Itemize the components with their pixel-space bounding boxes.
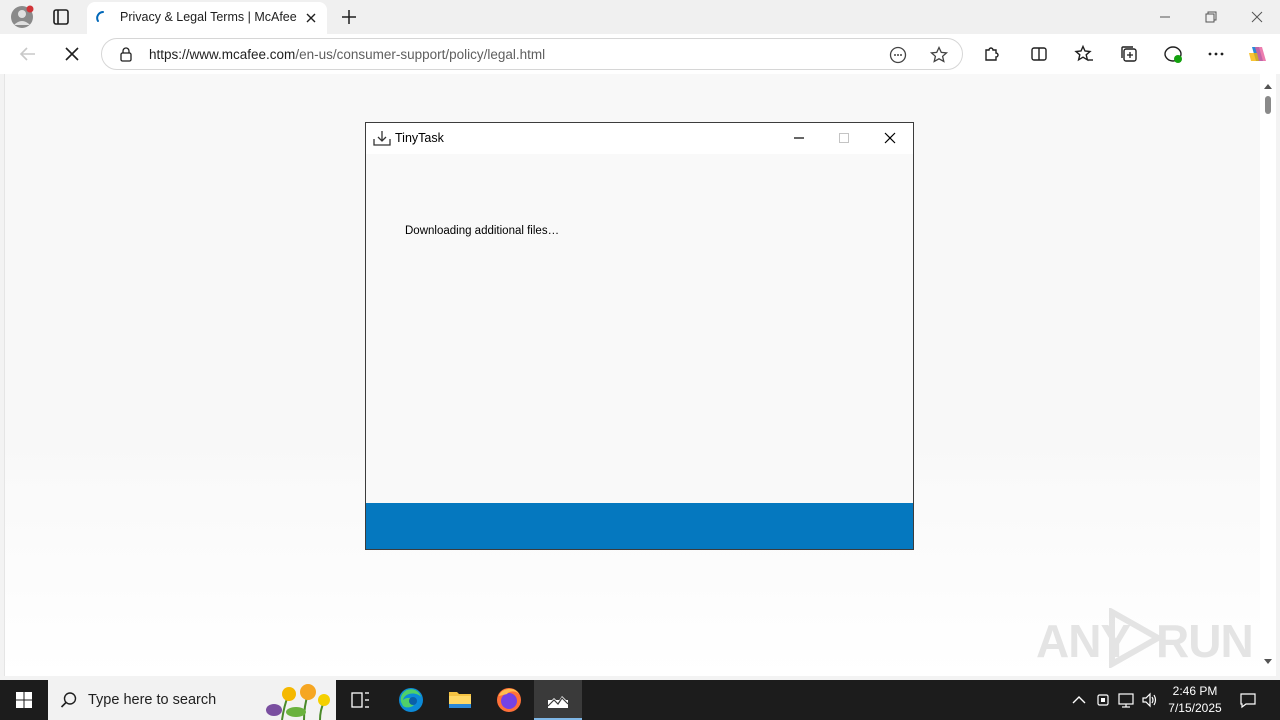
search-icon bbox=[60, 692, 77, 708]
anyrun-watermark: ANY RUN bbox=[1036, 606, 1254, 670]
profile-avatar-icon[interactable] bbox=[10, 5, 34, 29]
dialog-minimize-icon[interactable] bbox=[786, 127, 812, 149]
favorite-star-icon[interactable] bbox=[929, 45, 949, 65]
network-icon[interactable] bbox=[1117, 691, 1135, 709]
read-aloud-icon[interactable] bbox=[888, 45, 908, 65]
collections-icon[interactable] bbox=[1118, 43, 1140, 65]
windows-start-icon[interactable] bbox=[0, 680, 48, 720]
browser-toolbar: https://www.mcafee.com/en-us/consumer-su… bbox=[0, 34, 1280, 74]
scroll-up-arrow-icon[interactable] bbox=[1263, 82, 1273, 90]
url-path: /en-us/consumer-support/policy/legal.htm… bbox=[295, 47, 546, 62]
volume-icon[interactable] bbox=[1141, 691, 1159, 709]
new-tab-icon[interactable] bbox=[338, 6, 360, 28]
device-icon[interactable] bbox=[1094, 691, 1112, 709]
firefox-icon[interactable] bbox=[485, 680, 533, 720]
address-bar[interactable]: https://www.mcafee.com/en-us/consumer-su… bbox=[101, 38, 963, 70]
clock-time: 2:46 PM bbox=[1172, 684, 1218, 698]
loading-spinner-icon bbox=[96, 11, 104, 22]
lock-icon[interactable] bbox=[118, 46, 134, 62]
notifications-icon[interactable] bbox=[1238, 690, 1258, 710]
file-explorer-icon[interactable] bbox=[436, 680, 484, 720]
tinytask-window: TinyTask Downloading additional files… bbox=[365, 122, 914, 550]
system-clock[interactable]: 2:46 PM 7/15/2025 bbox=[1160, 683, 1230, 717]
play-logo-icon bbox=[1109, 608, 1162, 668]
scrollbar-thumb[interactable] bbox=[1265, 96, 1271, 114]
dialog-footer-bar bbox=[366, 503, 913, 549]
extensions-icon[interactable] bbox=[980, 43, 1002, 65]
search-placeholder: Type here to search bbox=[88, 692, 217, 708]
flowers-decoration-icon bbox=[266, 684, 330, 720]
stop-loading-icon[interactable] bbox=[61, 43, 83, 65]
dialog-maximize-icon bbox=[839, 133, 849, 143]
back-arrow-icon[interactable] bbox=[17, 43, 39, 65]
taskbar-search-box[interactable]: Type here to search bbox=[48, 680, 336, 720]
tab-strip: Privacy & Legal Terms | McAfee bbox=[0, 0, 1280, 34]
minimize-window-icon[interactable] bbox=[1154, 6, 1176, 28]
tinytask-taskbar-icon bbox=[547, 696, 569, 708]
edge-browser-icon[interactable] bbox=[387, 680, 435, 720]
watermark-right-text: RUN bbox=[1156, 615, 1254, 667]
windows-taskbar: Type here to search 2:46 PM 7/15/2025 bbox=[0, 680, 1280, 720]
url-text[interactable]: https://www.mcafee.com/en-us/consumer-su… bbox=[149, 47, 545, 62]
url-host: https://www.mcafee.com bbox=[149, 47, 296, 62]
more-options-icon[interactable] bbox=[1205, 43, 1227, 65]
dialog-title: TinyTask bbox=[395, 131, 444, 145]
scroll-down-arrow-icon[interactable] bbox=[1263, 658, 1273, 666]
download-status-message: Downloading additional files… bbox=[405, 225, 560, 237]
tab-actions-icon[interactable] bbox=[50, 6, 72, 28]
browser-tab-active[interactable]: Privacy & Legal Terms | McAfee bbox=[87, 2, 327, 34]
restore-window-icon[interactable] bbox=[1200, 6, 1222, 28]
copilot-icon[interactable] bbox=[1246, 43, 1268, 65]
clock-date: 7/15/2025 bbox=[1168, 701, 1222, 715]
dialog-titlebar[interactable]: TinyTask bbox=[366, 123, 913, 154]
task-view-icon[interactable] bbox=[336, 680, 384, 720]
show-hidden-icons-chevron-icon[interactable] bbox=[1070, 691, 1088, 709]
browser-essentials-icon[interactable] bbox=[1162, 43, 1184, 65]
close-tab-icon[interactable] bbox=[303, 10, 319, 26]
favorites-icon[interactable] bbox=[1073, 43, 1095, 65]
tinytask-app-icon bbox=[373, 131, 391, 146]
split-screen-icon[interactable] bbox=[1028, 43, 1050, 65]
page-scrollbar[interactable] bbox=[1260, 74, 1276, 676]
tab-title: Privacy & Legal Terms | McAfee bbox=[120, 10, 297, 24]
close-window-icon[interactable] bbox=[1246, 6, 1268, 28]
dialog-close-icon[interactable] bbox=[877, 127, 903, 149]
taskbar-tinytask-app[interactable] bbox=[534, 680, 582, 720]
